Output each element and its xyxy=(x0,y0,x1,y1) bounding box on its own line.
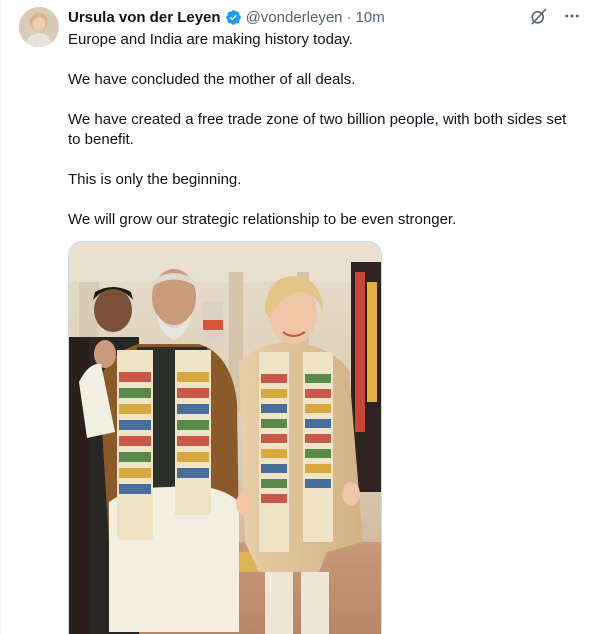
tweet-paragraph: We will grow our strategic relationship … xyxy=(68,211,457,228)
avatar[interactable] xyxy=(19,7,59,47)
tweet-paragraph: Europe and India are making history toda… xyxy=(68,31,353,48)
tweet-header: Ursula von der Leyen @vonderleyen · 10m xyxy=(68,7,385,27)
tweet-text: Europe and India are making history toda… xyxy=(68,30,583,250)
header-separator: · xyxy=(346,8,352,26)
author-handle[interactable]: @vonderleyen xyxy=(246,9,343,26)
grok-icon[interactable] xyxy=(528,6,548,26)
tweet-paragraph: We have concluded the mother of all deal… xyxy=(68,71,356,88)
tweet-photo[interactable] xyxy=(68,241,382,634)
more-options-icon[interactable] xyxy=(562,6,582,26)
verified-badge-icon xyxy=(225,9,242,26)
tweet-card[interactable]: Ursula von der Leyen @vonderleyen · 10m xyxy=(0,0,592,634)
author-name[interactable]: Ursula von der Leyen xyxy=(68,9,221,26)
top-actions xyxy=(528,6,582,26)
tweet-paragraph: We have created a free trade zone of two… xyxy=(68,111,567,148)
tweet-paragraph: This is only the beginning. xyxy=(68,171,242,188)
timestamp[interactable]: 10m xyxy=(356,9,385,26)
